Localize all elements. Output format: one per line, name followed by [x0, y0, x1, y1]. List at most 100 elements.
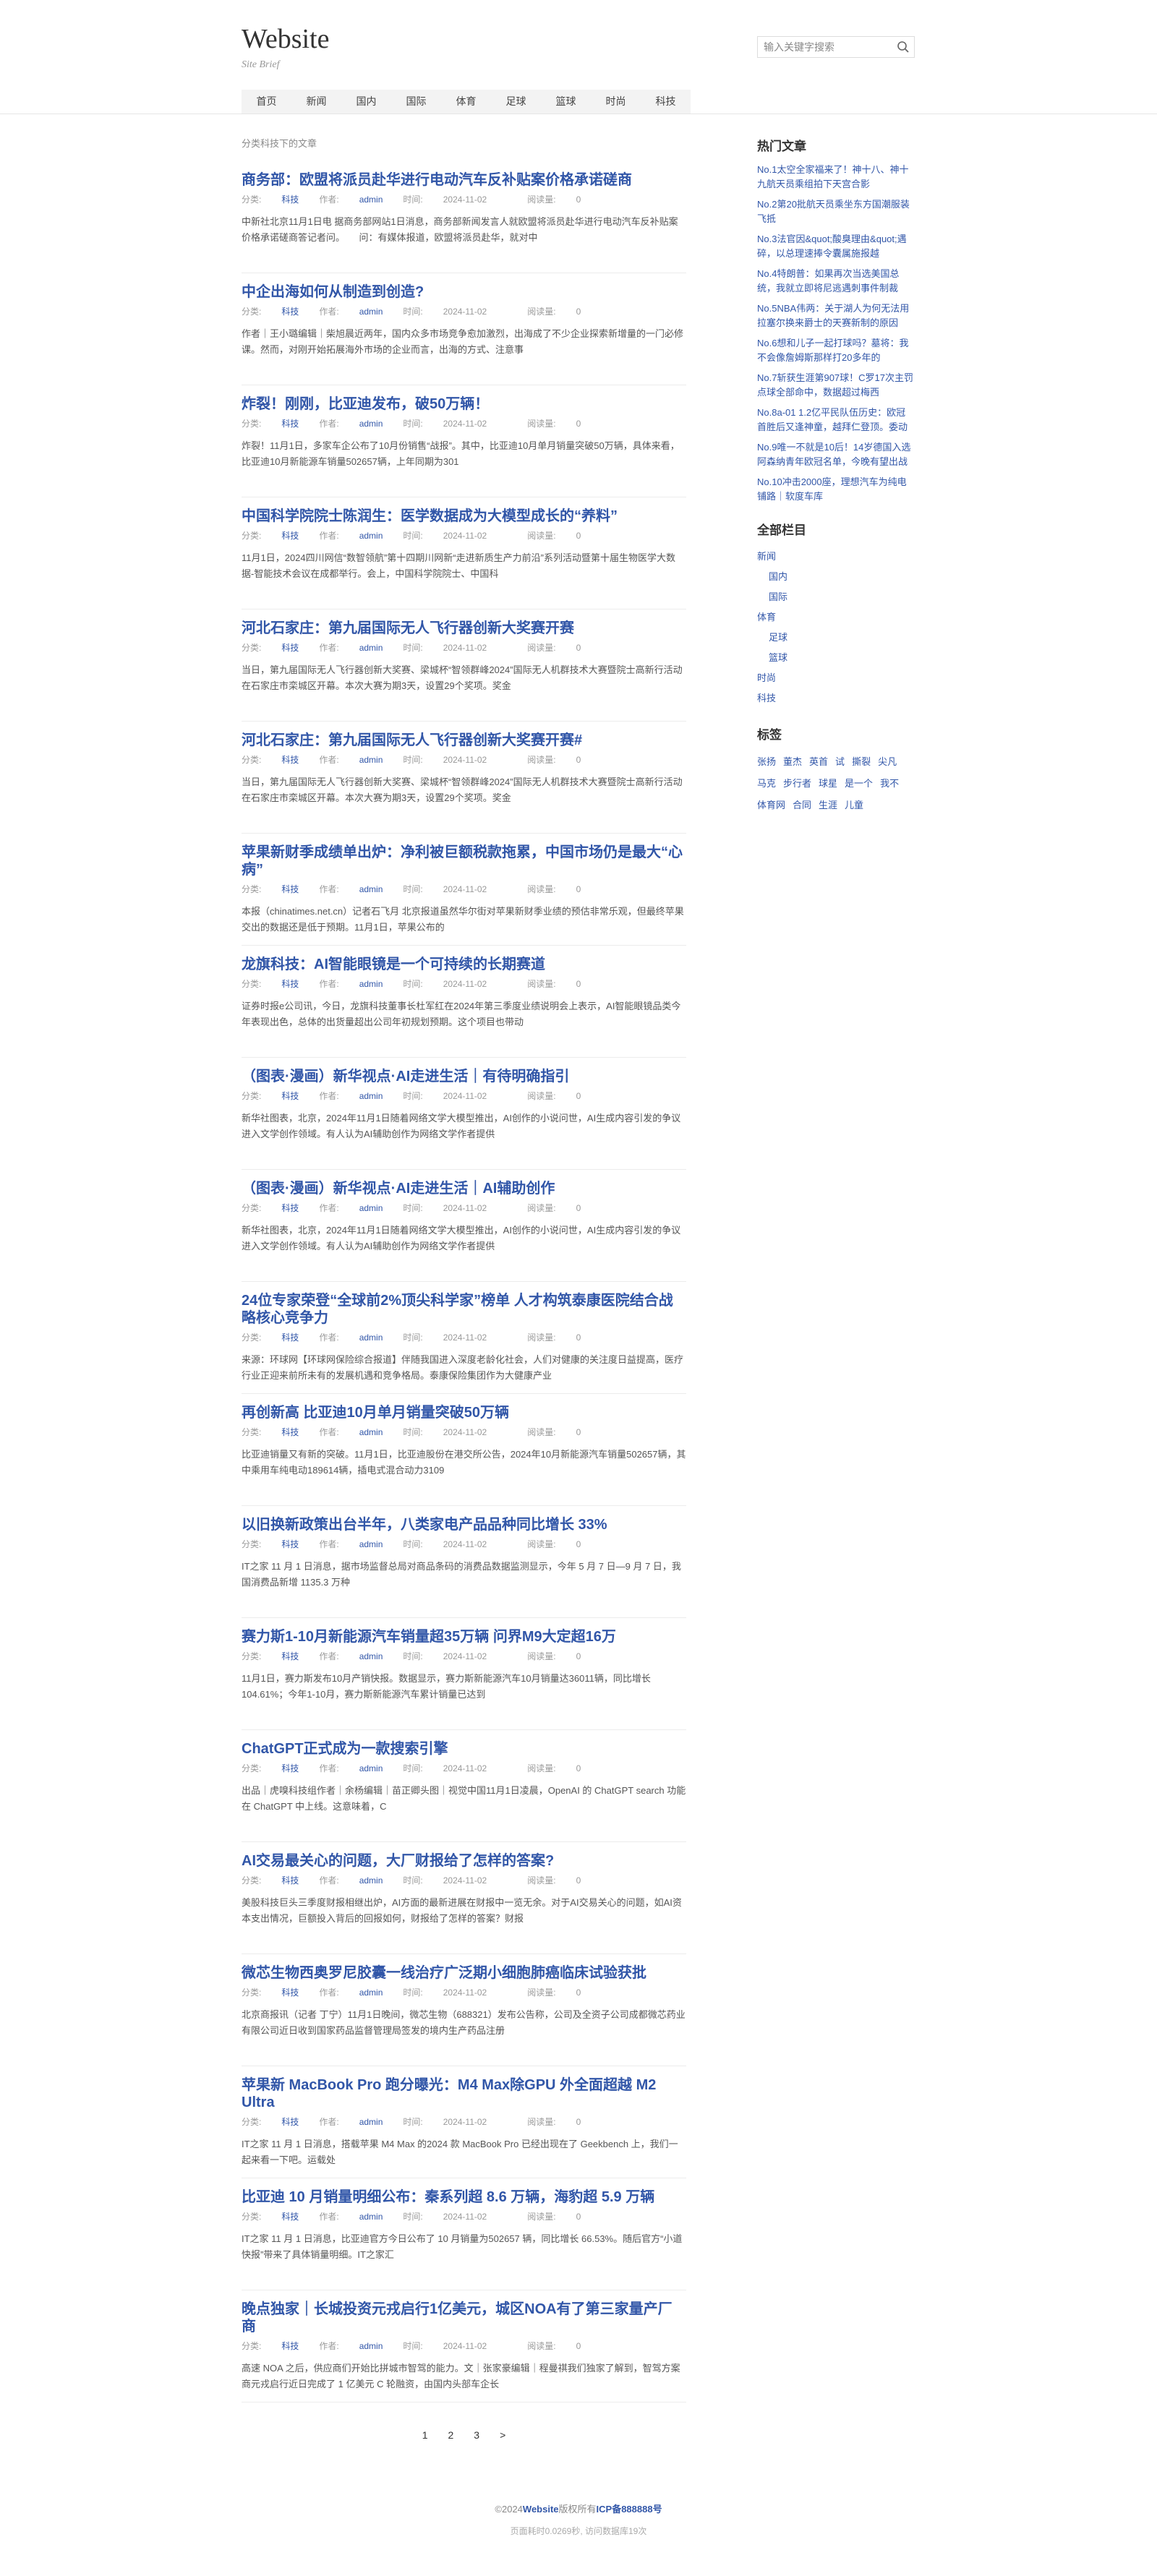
tag-link[interactable]: 英首 — [809, 751, 828, 773]
page-link[interactable]: 3 — [474, 2429, 479, 2441]
category-link[interactable]: 科技 — [281, 643, 299, 653]
author-link[interactable]: admin — [359, 1091, 383, 1101]
article-title-link[interactable]: 苹果新财季成绩单出炉：净利被巨额税款拖累，中国市场仍是最大“心病” — [242, 834, 686, 878]
category-link[interactable]: 科技 — [281, 1539, 299, 1549]
nav-item[interactable]: 体育 — [441, 90, 491, 114]
tag-link[interactable]: 儿童 — [845, 795, 863, 816]
category-link[interactable]: 科技 — [281, 419, 299, 429]
icp-link[interactable]: ICP备888888号 — [597, 2504, 662, 2515]
author-link[interactable]: admin — [359, 1651, 383, 1661]
article-title-link[interactable]: 炸裂！刚刚，比亚迪发布，破50万辆！ — [242, 385, 686, 413]
article-title-link[interactable]: 微芯生物西奥罗尼胶囊一线治疗广泛期小细胞肺癌临床试验获批 — [242, 1954, 686, 1982]
article-title-link[interactable]: 赛力斯1-10月新能源汽车销量超35万辆 问界M9大定超16万 — [242, 1618, 686, 1646]
article-title-link[interactable]: （图表·漫画）新华视点·AI走进生活｜AI辅助创作 — [242, 1170, 686, 1197]
article-title-link[interactable]: 商务部：欧盟将派员赴华进行电动汽车反补贴案价格承诺磋商 — [242, 161, 686, 189]
nav-item[interactable]: 首页 — [242, 90, 291, 114]
author-link[interactable]: admin — [359, 1987, 383, 1998]
category-link[interactable]: 科技 — [281, 979, 299, 989]
article-title-link[interactable]: ChatGPT正式成为一款搜索引擎 — [242, 1730, 686, 1758]
author-link[interactable]: admin — [359, 1875, 383, 1886]
hot-article-link[interactable]: No.8a-01 1.2亿平民队伍历史：欧冠首胜后又逢神童，越拜仁登顶。委动 — [757, 406, 915, 435]
article-title-link[interactable]: AI交易最关心的问题，大厂财报给了怎样的答案? — [242, 1842, 686, 1870]
category-link[interactable]: 科技 — [281, 1332, 299, 1343]
nav-item[interactable]: 新闻 — [291, 90, 341, 114]
category-link[interactable]: 科技 — [281, 1427, 299, 1437]
author-link[interactable]: admin — [359, 1539, 383, 1549]
tag-link[interactable]: 球星 — [819, 773, 837, 795]
hot-article-link[interactable]: No.4特朗普：如果再次当选美国总统，我就立即将尼逃遇刺事件制裁 — [757, 267, 915, 296]
nav-item[interactable]: 篮球 — [541, 90, 591, 114]
article-title-link[interactable]: 中国科学院院士陈润生：医学数据成为大模型成长的“养料” — [242, 497, 686, 525]
author-link[interactable]: admin — [359, 307, 383, 317]
author-link[interactable]: admin — [359, 884, 383, 894]
article-title-link[interactable]: 晚点独家｜长城投资元戎启行1亿美元，城区NOA有了第三家量产厂商 — [242, 2290, 686, 2335]
article-title-link[interactable]: 24位专家荣登“全球前2%顶尖科学家”榜单 人才构筑泰康医院结合战略核心竞争力 — [242, 1282, 686, 1327]
category-link[interactable]: 科技 — [281, 755, 299, 765]
page-link[interactable]: 2 — [448, 2429, 454, 2441]
tag-link[interactable]: 是一个 — [845, 773, 873, 795]
category-link[interactable]: 足球 — [757, 628, 915, 648]
category-link[interactable]: 科技 — [757, 688, 915, 709]
tag-link[interactable]: 尖凡 — [878, 751, 897, 773]
author-link[interactable]: admin — [359, 979, 383, 989]
hot-article-link[interactable]: No.1太空全家福来了！神十八、神十九航天员乘组拍下天宫合影 — [757, 163, 915, 192]
author-link[interactable]: admin — [359, 2212, 383, 2222]
author-link[interactable]: admin — [359, 755, 383, 765]
category-link[interactable]: 科技 — [281, 1091, 299, 1101]
search-icon[interactable] — [897, 40, 910, 54]
category-link[interactable]: 科技 — [281, 1875, 299, 1886]
author-link[interactable]: admin — [359, 2341, 383, 2351]
category-link[interactable]: 科技 — [281, 2117, 299, 2127]
footer-site-link[interactable]: Website — [523, 2504, 559, 2515]
tag-link[interactable]: 生涯 — [819, 795, 837, 816]
category-link[interactable]: 科技 — [281, 1651, 299, 1661]
nav-item[interactable]: 足球 — [491, 90, 541, 114]
category-link[interactable]: 科技 — [281, 884, 299, 894]
article-title-link[interactable]: 再创新高 比亚迪10月单月销量突破50万辆 — [242, 1394, 686, 1421]
category-link[interactable]: 科技 — [281, 1203, 299, 1213]
article-title-link[interactable]: 苹果新 MacBook Pro 跑分曝光：M4 Max除GPU 外全面超越 M2… — [242, 2066, 686, 2111]
search-input[interactable] — [758, 37, 888, 57]
tag-link[interactable]: 步行者 — [783, 773, 811, 795]
tag-link[interactable]: 合同 — [793, 795, 811, 816]
author-link[interactable]: admin — [359, 1427, 383, 1437]
author-link[interactable]: admin — [359, 1203, 383, 1213]
author-link[interactable]: admin — [359, 643, 383, 653]
category-link[interactable]: 科技 — [281, 194, 299, 205]
tag-link[interactable]: 试 — [835, 751, 845, 773]
category-link[interactable]: 科技 — [281, 531, 299, 541]
article-title-link[interactable]: 比亚迪 10 月销量明细公布：秦系列超 8.6 万辆，海豹超 5.9 万辆 — [242, 2178, 686, 2206]
page-link[interactable]: 1 — [422, 2429, 428, 2441]
author-link[interactable]: admin — [359, 1332, 383, 1343]
nav-item[interactable]: 时尚 — [591, 90, 641, 114]
nav-item[interactable]: 科技 — [641, 90, 691, 114]
category-link[interactable]: 时尚 — [757, 668, 915, 688]
site-logo[interactable]: Website — [242, 23, 329, 55]
author-link[interactable]: admin — [359, 419, 383, 429]
article-title-link[interactable]: 河北石家庄：第九届国际无人飞行器创新大奖赛开赛# — [242, 722, 686, 749]
hot-article-link[interactable]: No.3法官因&quot;酸臭理由&quot;遇碎，以总理速捧令囊属施报越 — [757, 232, 915, 261]
category-link[interactable]: 新闻 — [757, 547, 915, 567]
tag-link[interactable]: 我不 — [880, 773, 899, 795]
article-title-link[interactable]: 龙旗科技：AI智能眼镜是一个可持续的长期赛道 — [242, 946, 686, 973]
next-page-link[interactable]: > — [500, 2429, 505, 2441]
hot-article-link[interactable]: No.9唯一不就是10后！14岁德国入选阿森纳青年欧冠名单，今晚有望出战 — [757, 440, 915, 469]
hot-article-link[interactable]: No.2第20批航天员乘坐东方国潮服装飞抵 — [757, 197, 915, 226]
article-title-link[interactable]: 中企出海如何从制造到创造? — [242, 273, 686, 301]
category-link[interactable]: 科技 — [281, 307, 299, 317]
category-link[interactable]: 体育 — [757, 607, 915, 628]
author-link[interactable]: admin — [359, 531, 383, 541]
tag-link[interactable]: 张扬 — [757, 751, 776, 773]
category-link[interactable]: 国际 — [757, 587, 915, 607]
tag-link[interactable]: 马克 — [757, 773, 776, 795]
nav-item[interactable]: 国内 — [341, 90, 391, 114]
article-title-link[interactable]: 河北石家庄：第九届国际无人飞行器创新大奖赛开赛 — [242, 609, 686, 637]
author-link[interactable]: admin — [359, 194, 383, 205]
hot-article-link[interactable]: No.5NBA伟两：关于湖人为何无法用拉塞尔换来爵士的天赛新制的原因 — [757, 301, 915, 330]
category-link[interactable]: 科技 — [281, 2212, 299, 2222]
category-link[interactable]: 科技 — [281, 1763, 299, 1773]
tag-link[interactable]: 董杰 — [783, 751, 802, 773]
hot-article-link[interactable]: No.10冲击2000座，理想汽车为纯电铺路｜软度车库 — [757, 475, 915, 504]
hot-article-link[interactable]: No.6想和儿子一起打球吗？墓将：我不会像詹姆斯那样打20多年的 — [757, 336, 915, 365]
tag-link[interactable]: 撕裂 — [852, 751, 871, 773]
